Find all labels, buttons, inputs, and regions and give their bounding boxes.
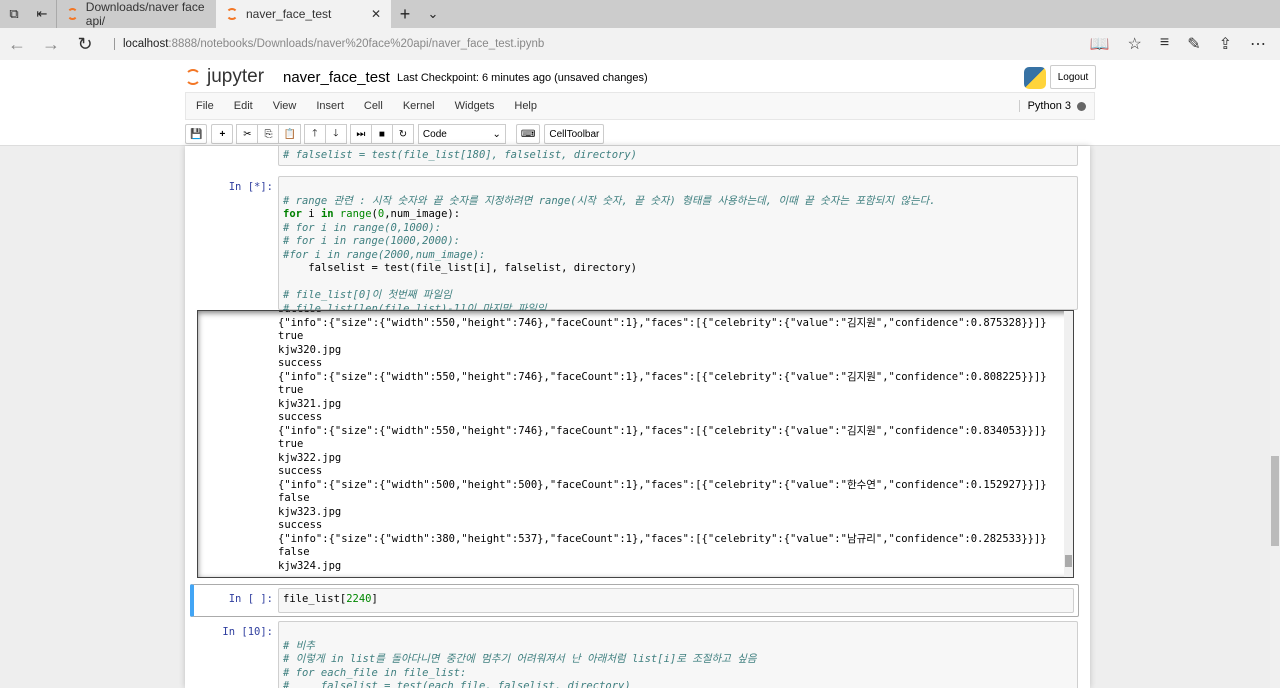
code-cell-running[interactable]: In [*]: # range 관련 : 시작 숫자와 끝 숫자를 지정하려면 … (190, 176, 1078, 315)
cell-prompt: In [ ]: (228, 593, 273, 605)
checkpoint-status: Last Checkpoint: 6 minutes ago (unsaved … (397, 72, 648, 84)
jupyter-favicon-icon (226, 8, 238, 20)
jupyter-logo[interactable]: jupyter (185, 66, 264, 88)
more-icon[interactable]: ⋯ (1250, 34, 1266, 54)
menu-widgets[interactable]: Widgets (445, 100, 505, 112)
cell-prompt: In [10]: (222, 626, 273, 638)
reading-view-icon[interactable]: 📖 (1090, 34, 1110, 54)
url-path: :8888/notebooks/Downloads/naver%20face%2… (168, 38, 545, 50)
code-line: # falselist = test(each_file, falselist,… (283, 680, 631, 688)
tab-label: Downloads/naver face api/ (85, 0, 205, 28)
code-line: file_list[2240] (283, 593, 378, 605)
menu-kernel[interactable]: Kernel (393, 100, 445, 112)
menu-file[interactable]: File (186, 100, 224, 112)
refresh-icon[interactable]: ↻ (68, 34, 102, 55)
menu-bar: File Edit View Insert Cell Kernel Widget… (185, 92, 1095, 120)
menu-insert[interactable]: Insert (306, 100, 354, 112)
celltoolbar-button[interactable]: CellToolbar (544, 124, 605, 144)
stop-icon[interactable]: ■ (370, 124, 393, 144)
logo-text: jupyter (207, 66, 265, 87)
forward-icon[interactable]: → (34, 34, 68, 55)
restart-icon[interactable]: ↻ (391, 124, 414, 144)
chevron-down-icon[interactable]: ⌄ (419, 6, 447, 22)
close-tab-icon[interactable]: ✕ (371, 7, 381, 21)
move-up-icon[interactable]: 🡑 (303, 124, 326, 144)
favorite-star-icon[interactable]: ☆ (1128, 34, 1142, 54)
cut-icon[interactable]: ✂ (236, 124, 259, 144)
kernel-busy-icon (1077, 101, 1086, 111)
pen-icon[interactable]: ✎ (1187, 34, 1200, 54)
move-down-icon[interactable]: 🡓 (324, 124, 347, 144)
notebook-container: # falselist = test(file_list[180], false… (185, 146, 1090, 688)
code-line: for i in range(0,num_image): (283, 208, 461, 220)
tab-bar: ⧉ ⇤ Downloads/naver face api/ naver_face… (0, 0, 1280, 28)
new-tab-icon[interactable]: + (391, 4, 419, 25)
previous-cell[interactable]: # falselist = test(file_list[180], false… (190, 146, 1078, 166)
code-line: # for each_file in file_list: (283, 666, 467, 679)
tab-label: naver_face_test (246, 7, 332, 21)
code-line: #for i in range(2000,num_image): (283, 248, 486, 261)
url-host: localhost (123, 38, 169, 50)
url-field[interactable]: localhost:8888/notebooks/Downloads/naver… (114, 38, 1090, 50)
menu-edit[interactable]: Edit (224, 100, 263, 112)
code-cell-selected[interactable]: In [ ]: file_list[2240] (190, 584, 1079, 617)
tab-downloads[interactable]: Downloads/naver face api/ (56, 0, 216, 28)
code-line: # file_list[0]이 첫번째 파일임 (283, 289, 452, 301)
save-icon[interactable]: 💾 (185, 124, 208, 144)
code-line: falselist = test(file_list[i], falselist… (283, 262, 638, 274)
jupyter-logo-icon (185, 69, 201, 85)
code-line: # range 관련 : 시작 숫자와 끝 숫자를 지정하려면 range(시작… (283, 194, 936, 207)
kernel-name: Python 3 (1027, 100, 1071, 112)
copy-icon[interactable]: ⎘ (257, 124, 280, 144)
cell-type-select[interactable]: Code ⌄ (417, 124, 506, 144)
output-area[interactable]: success {"info":{"size":{"width":550,"he… (197, 310, 1074, 578)
keyboard-icon[interactable]: ⌨ (515, 124, 541, 144)
python-logo-icon (1024, 67, 1046, 89)
share-icon[interactable]: ⇪ (1219, 34, 1232, 54)
code-line: # falselist = test(file_list[180], false… (283, 149, 638, 161)
code-line: # 이렇게 in list를 돌아다니면 중간에 멈추기 어려워져서 난 아래처… (283, 653, 757, 665)
paste-icon[interactable]: 📋 (278, 124, 301, 144)
notebook-title[interactable]: naver_face_test (283, 69, 390, 86)
hub-icon[interactable]: ≡ (1160, 34, 1169, 54)
tab-manager-icon[interactable]: ⧉ (0, 6, 28, 22)
code-input[interactable]: # range 관련 : 시작 숫자와 끝 숫자를 지정하려면 range(시작… (278, 176, 1078, 315)
menu-view[interactable]: View (263, 100, 307, 112)
page-scrollbar-thumb[interactable] (1271, 456, 1279, 546)
code-number: 2240 (346, 593, 372, 605)
code-input[interactable]: # falselist = test(file_list[180], false… (278, 146, 1078, 166)
code-cell[interactable]: In [10]: # 비추 # 이렇게 in list를 돌아다니면 중간에 멈… (190, 621, 1078, 688)
output-scrollbar[interactable] (1064, 311, 1073, 577)
page-scrollbar[interactable] (1270, 146, 1280, 688)
code-line: # for i in range(1000,2000): (283, 235, 461, 247)
output-scrollbar-thumb[interactable] (1065, 555, 1072, 567)
back-icon[interactable]: ← (0, 34, 34, 55)
output-text: success {"info":{"size":{"width":550,"he… (278, 311, 1047, 572)
cell-prompt: In [*]: (228, 181, 273, 193)
menu-help[interactable]: Help (504, 100, 547, 112)
code-line: # 비추 (283, 639, 315, 652)
menu-cell[interactable]: Cell (354, 100, 393, 112)
notebook-toolbar: 💾 + ✂ ⎘ 📋 🡑 🡓 ⏭ ■ ↻ Code ⌄ ⌨ CellToolbar (185, 122, 605, 146)
address-bar-row: ← → ↻ localhost:8888/notebooks/Downloads… (0, 28, 1280, 60)
code-line: # for i in range(0,1000): (283, 221, 442, 234)
logout-button[interactable]: Logout (1050, 65, 1096, 89)
code-input[interactable]: file_list[2240] (278, 588, 1074, 613)
kernel-indicator: Python 3 (1018, 100, 1094, 112)
jupyter-favicon-icon (67, 8, 78, 20)
insert-cell-icon[interactable]: + (211, 124, 234, 144)
jupyter-header: jupyter naver_face_test Last Checkpoint:… (0, 60, 1280, 146)
tab-notebook[interactable]: naver_face_test ✕ (216, 0, 391, 28)
code-input[interactable]: # 비추 # 이렇게 in list를 돌아다니면 중간에 멈추기 어려워져서 … (278, 621, 1078, 688)
set-aside-tabs-icon[interactable]: ⇤ (28, 6, 56, 22)
run-icon[interactable]: ⏭ (349, 124, 372, 144)
chevron-down-icon: ⌄ (492, 128, 501, 140)
cell-type-value: Code (422, 128, 447, 140)
